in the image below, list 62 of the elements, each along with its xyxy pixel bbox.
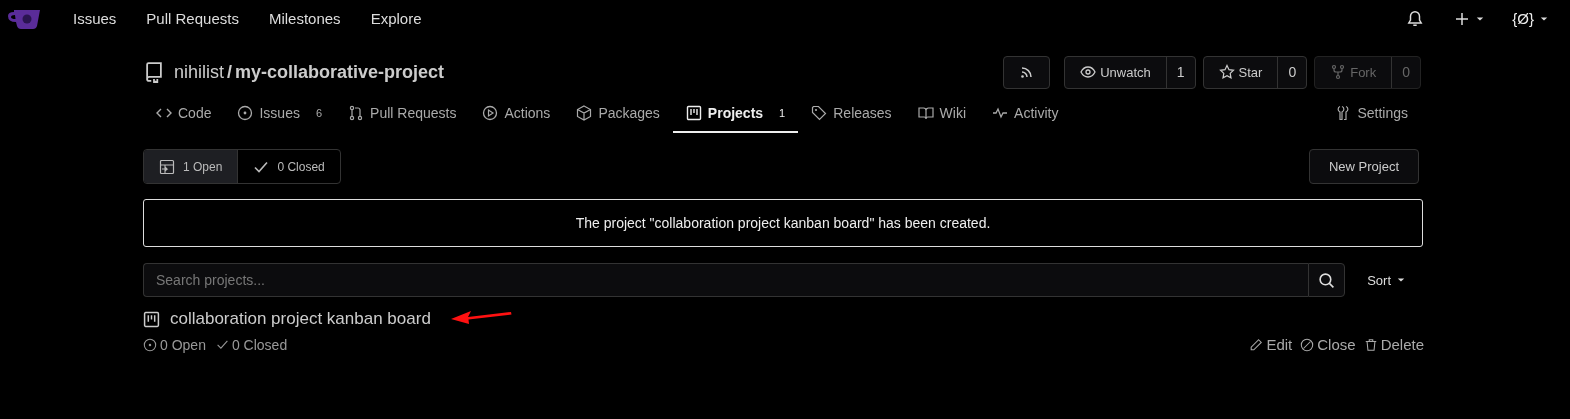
tag-icon <box>811 105 828 121</box>
search-field[interactable]: Search projects... <box>143 263 1309 297</box>
play-circle-icon <box>482 105 499 121</box>
repo-action-count[interactable]: 0 <box>1278 56 1307 88</box>
rss-feed-button[interactable] <box>1003 55 1051 89</box>
repo-tab[interactable]: Code <box>143 95 225 133</box>
pull-request-icon <box>348 105 365 121</box>
rss-icon <box>1018 64 1035 80</box>
repo-owner-link[interactable]: nihilist <box>174 61 225 83</box>
repo-tab[interactable]: Projects 1 <box>672 95 799 133</box>
nav-link[interactable]: Explore <box>355 10 437 27</box>
repo-action-count[interactable]: 1 <box>1166 56 1195 88</box>
nav-link[interactable]: Milestones <box>253 10 356 27</box>
trash-icon <box>1363 337 1378 352</box>
pulse-line-icon <box>992 105 1009 121</box>
path-separator: / <box>227 61 233 83</box>
new-project-button[interactable]: New Project <box>1308 149 1419 184</box>
nav-link[interactable]: Issues <box>58 10 132 27</box>
project-action-link[interactable]: Close <box>1300 336 1356 353</box>
sort-dropdown[interactable]: Sort <box>1345 272 1421 288</box>
issue-circle-icon <box>143 337 157 352</box>
repo-action-button[interactable]: Unwatch <box>1065 56 1167 88</box>
user-menu[interactable]: {Ø} <box>1512 10 1548 27</box>
eye-icon <box>1080 64 1097 80</box>
repo-name-link[interactable]: my-collaborative-project <box>235 61 445 83</box>
repo-tab[interactable]: Wiki <box>904 95 980 133</box>
closed-count: 0 Closed <box>231 336 288 353</box>
issue-circle-icon <box>237 105 254 121</box>
repo-tab[interactable]: Issues 6 <box>224 95 336 133</box>
search-icon <box>1318 271 1336 289</box>
filter-tab[interactable]: 1 Open <box>144 150 238 183</box>
repo-tab[interactable]: Releases <box>798 95 905 133</box>
caret-icon <box>1476 14 1485 23</box>
notification-bell-icon[interactable] <box>1406 9 1425 28</box>
project-board-icon <box>685 105 702 121</box>
filter-tab[interactable]: 0 Closed <box>237 150 340 183</box>
create-menu[interactable] <box>1454 10 1485 27</box>
package-box-icon <box>576 105 593 121</box>
search-button[interactable] <box>1308 263 1346 297</box>
nav-link[interactable]: Pull Requests <box>131 10 254 27</box>
success-message: The project "collaboration project kanban board" has been created. <box>143 199 1423 247</box>
repo-tab[interactable]: Actions <box>469 95 564 133</box>
repo-tab[interactable]: Pull Requests <box>335 95 470 133</box>
project-action-link[interactable]: Delete <box>1363 336 1424 353</box>
repo-tab[interactable]: Packages <box>563 95 673 133</box>
repo-action-button[interactable]: Star <box>1203 56 1279 88</box>
fork-icon <box>1330 64 1347 80</box>
plus-icon <box>1454 10 1471 27</box>
pencil-icon <box>1249 337 1264 352</box>
check-icon <box>215 338 229 351</box>
settings-tab[interactable]: Settings <box>1322 95 1421 133</box>
project-action-link[interactable]: Edit <box>1249 336 1293 353</box>
star-icon <box>1218 64 1235 80</box>
slash-circle-icon <box>1300 337 1315 352</box>
repository-icon <box>143 61 165 83</box>
caret-icon <box>1540 14 1548 23</box>
repo-tab[interactable]: Activity <box>979 95 1072 133</box>
book-icon <box>917 105 934 121</box>
project-board-icon <box>143 310 160 328</box>
project-title-link[interactable]: collaboration project kanban board <box>170 309 431 329</box>
caret-icon <box>1397 276 1405 284</box>
open-count: 0 Open <box>160 336 206 353</box>
